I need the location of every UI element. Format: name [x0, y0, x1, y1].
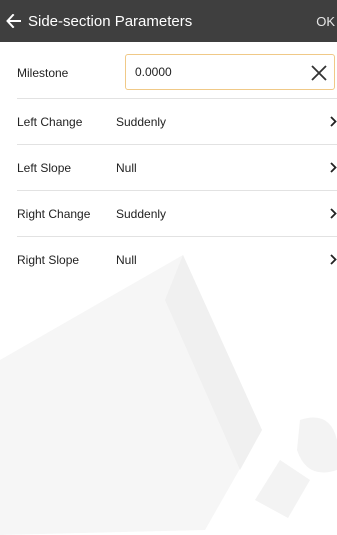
left-change-row[interactable]: Left Change Suddenly: [17, 99, 337, 145]
parameter-list: Milestone Left Change Suddenly Left Slop…: [17, 48, 337, 282]
right-slope-value: Null: [116, 252, 137, 267]
milestone-row: Milestone: [17, 48, 337, 99]
left-slope-label: Left Slope: [17, 160, 72, 175]
arrow-left-icon[interactable]: [2, 0, 26, 42]
left-slope-value: Null: [116, 160, 137, 175]
milestone-field[interactable]: [125, 54, 335, 90]
right-change-row[interactable]: Right Change Suddenly: [17, 191, 337, 237]
right-change-label: Right Change: [17, 206, 91, 221]
ok-button[interactable]: OK: [309, 14, 335, 29]
left-change-value: Suddenly: [116, 114, 167, 129]
title-bar: Side-section Parameters OK: [0, 0, 337, 42]
right-slope-row[interactable]: Right Slope Null: [17, 237, 337, 282]
milestone-input[interactable]: [135, 65, 285, 79]
page-title: Side-section Parameters: [28, 12, 193, 30]
right-slope-label: Right Slope: [17, 252, 80, 267]
close-icon[interactable]: [307, 61, 331, 85]
right-change-value: Suddenly: [116, 206, 167, 221]
chevron-right-icon: [323, 99, 337, 144]
chevron-right-icon: [323, 145, 337, 190]
milestone-label: Milestone: [17, 66, 69, 80]
screen: Side-section Parameters OK Milestone Lef…: [0, 0, 337, 535]
left-slope-row[interactable]: Left Slope Null: [17, 145, 337, 191]
chevron-right-icon: [323, 237, 337, 282]
left-change-label: Left Change: [17, 114, 83, 129]
chevron-right-icon: [323, 191, 337, 236]
